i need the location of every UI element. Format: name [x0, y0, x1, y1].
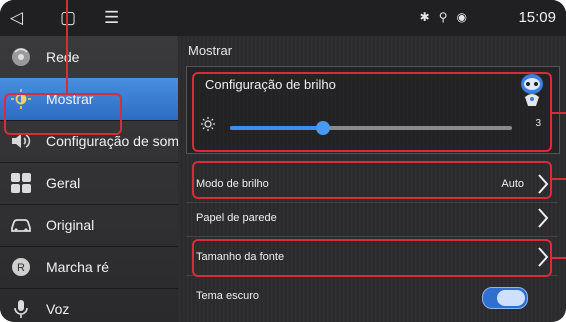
dark-theme-toggle[interactable] [482, 287, 528, 309]
sidebar-item-geral[interactable]: Geral [0, 162, 178, 205]
row-papel-de-parede[interactable]: Papel de parede [186, 202, 558, 237]
sidebar-item-marcha-re[interactable]: R Marcha ré [0, 246, 178, 289]
highlight-pointer-line [552, 257, 566, 259]
reverse-icon: R [12, 258, 30, 276]
sidebar-item-voz[interactable]: Voz [0, 288, 178, 322]
sidebar-item-original[interactable]: Original [0, 204, 178, 247]
chevron-right-icon [538, 208, 549, 228]
sidebar-item-label: Original [46, 217, 95, 233]
microphone-icon [14, 300, 28, 318]
location-icon: ⚲ [438, 10, 457, 24]
sidebar-item-rede[interactable]: Rede [0, 36, 178, 79]
sidebar-item-label: Rede [46, 49, 80, 65]
highlight-box-mostrar [4, 93, 122, 135]
svg-text:R: R [17, 262, 25, 274]
back-icon[interactable]: ◁ [10, 8, 23, 28]
clock-time: 15:09 [518, 9, 556, 26]
status-icons: ✱⚲◉ [420, 10, 476, 24]
highlight-box-modo-de-brilho [192, 161, 552, 199]
toggle-knob [497, 290, 525, 306]
screen: ◁ ▢ ☰ ✱⚲◉ 15:09 Rede Mostrar Configuraçã… [0, 0, 566, 322]
highlight-box-brightness [192, 72, 552, 152]
sidebar-item-label: Voz [46, 301, 70, 317]
row-tema-escuro: Tema escuro [186, 280, 558, 314]
highlight-pointer-line [552, 112, 566, 114]
sidebar-item-label: Marcha ré [46, 259, 110, 275]
home-icon[interactable]: ▢ [60, 8, 76, 28]
sidebar: Rede Mostrar Configuração de som Geral O… [0, 36, 180, 322]
status-bar: ◁ ▢ ☰ ✱⚲◉ 15:09 [0, 0, 566, 36]
highlight-pointer-line [66, 0, 68, 93]
highlight-box-tamanho-da-fonte [192, 239, 552, 277]
row-label: Papel de parede [196, 212, 277, 224]
car-icon [11, 219, 31, 232]
highlight-pointer-line [552, 178, 566, 180]
wifi-icon: ◉ [456, 10, 476, 24]
section-title: Mostrar [188, 43, 233, 58]
menu-icon[interactable]: ☰ [104, 8, 119, 28]
network-icon [12, 48, 30, 66]
bluetooth-icon: ✱ [419, 10, 439, 24]
sidebar-item-label: Configuração de som [46, 133, 180, 149]
row-label: Tema escuro [196, 290, 259, 302]
grid-icon [11, 173, 31, 193]
sidebar-item-label: Geral [46, 175, 81, 191]
